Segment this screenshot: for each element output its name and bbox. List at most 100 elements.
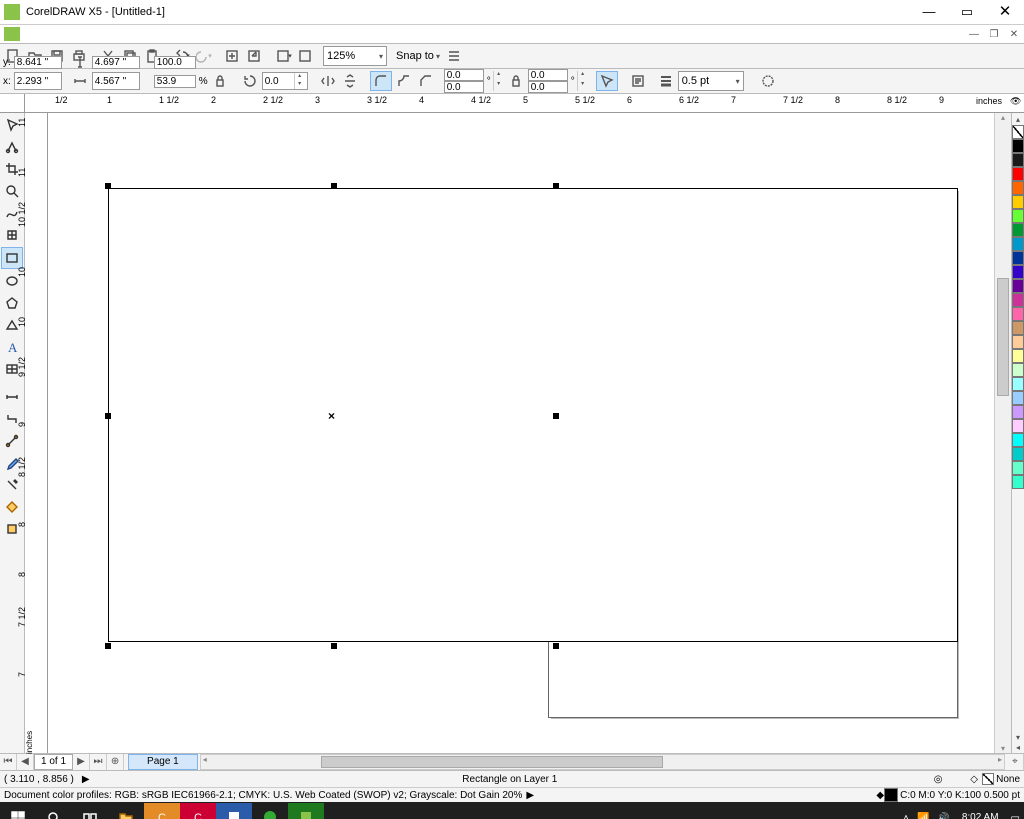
fill-none-swatch[interactable] (982, 773, 994, 785)
palette-swatch[interactable] (1012, 475, 1024, 489)
mirror-v-button[interactable] (340, 72, 360, 90)
snap-to-dropdown[interactable]: Snap to ▾ (393, 47, 443, 65)
rotation-field[interactable]: 0.0▴▾ (262, 72, 308, 90)
corner4-field[interactable]: 0.0 (528, 81, 568, 93)
palette-flyout-button[interactable]: ◂ (1016, 743, 1020, 753)
palette-swatch[interactable] (1012, 195, 1024, 209)
smart-fill-tool[interactable] (2, 225, 22, 245)
palette-swatch[interactable] (1012, 265, 1024, 279)
palette-swatch[interactable] (1012, 433, 1024, 447)
outline-color-swatch[interactable] (884, 788, 898, 802)
palette-down-button[interactable]: ▾ (1016, 733, 1020, 743)
corner-lock-button[interactable] (506, 72, 526, 90)
palette-swatch[interactable] (1012, 223, 1024, 237)
color-proof-icon[interactable]: ◎ (930, 774, 946, 785)
ruler-eye-icon[interactable]: 👁 (1010, 96, 1022, 108)
corner1-field[interactable]: 0.0 (444, 69, 484, 81)
fill-indicator-icon[interactable]: ◇ (966, 774, 982, 785)
page-prev-button[interactable]: ◀ (17, 754, 34, 770)
palette-swatch[interactable] (1012, 391, 1024, 405)
doc-close-button[interactable]: ✕ (1004, 29, 1024, 40)
handle-mr[interactable] (553, 413, 559, 419)
page-next-button[interactable]: ▶ (73, 754, 90, 770)
vertical-scrollbar[interactable]: ▴ ▾ (994, 113, 1011, 753)
minimize-button[interactable]: — (910, 0, 948, 24)
handle-br[interactable] (553, 643, 559, 649)
palette-swatch[interactable] (1012, 321, 1024, 335)
handle-bm[interactable] (331, 643, 337, 649)
page-tab-1[interactable]: Page 1 (128, 754, 198, 770)
outline-width-dropdown[interactable]: 0.5 pt▾ (678, 71, 744, 91)
task-view-button[interactable] (72, 804, 108, 819)
profiles-flyout-icon[interactable]: ▶ (526, 790, 534, 801)
to-front-button[interactable] (758, 72, 778, 90)
scale-x-field[interactable]: 53.9 (154, 75, 196, 88)
palette-swatch[interactable] (1012, 139, 1024, 153)
app-launcher-button[interactable]: ▾ (272, 46, 294, 66)
app1-taskbar-button[interactable]: C (144, 803, 180, 819)
y-position-field[interactable]: 8.641 " (14, 56, 62, 69)
cursor-toggle-icon[interactable]: ▶ (82, 774, 90, 785)
polygon-tool[interactable] (2, 293, 22, 313)
palette-swatch[interactable] (1012, 461, 1024, 475)
welcome-button[interactable] (294, 46, 316, 66)
doc-minimize-button[interactable]: — (964, 29, 984, 40)
export-button[interactable] (243, 46, 265, 66)
explorer-taskbar-button[interactable] (108, 803, 144, 819)
vscroll-thumb[interactable] (997, 278, 1009, 396)
scale-y-field[interactable]: 100.0 (154, 56, 196, 69)
palette-swatch[interactable] (1012, 307, 1024, 321)
drawing-canvas[interactable]: × (48, 113, 994, 753)
horizontal-ruler[interactable]: 1/211 1/222 1/233 1/244 1/255 1/266 1/27… (0, 94, 1024, 113)
hscroll-thumb[interactable] (321, 756, 663, 768)
page-add-button[interactable]: ⊕ (107, 754, 124, 770)
chamfer-corner-button[interactable] (416, 72, 436, 90)
mirror-h-button[interactable] (318, 72, 338, 90)
page-last-button[interactable]: ⏭ (90, 754, 107, 770)
start-button[interactable] (0, 804, 36, 819)
palette-swatch[interactable] (1012, 279, 1024, 293)
doc-restore-button[interactable]: ❐ (984, 29, 1004, 40)
app3-taskbar-button[interactable] (216, 803, 252, 819)
tray-network-icon[interactable]: 📶 (913, 813, 933, 819)
zoom-tool[interactable] (2, 181, 22, 201)
tray-volume-icon[interactable]: 🔊 (933, 813, 953, 819)
palette-swatch[interactable] (1012, 167, 1024, 181)
selected-rectangle[interactable] (108, 188, 958, 642)
palette-swatch[interactable] (1012, 405, 1024, 419)
handle-tr[interactable] (553, 183, 559, 189)
handle-bl[interactable] (105, 643, 111, 649)
text-wrap-button[interactable] (628, 72, 648, 90)
relative-corner-button[interactable] (596, 71, 618, 91)
tray-notifications-icon[interactable]: ▭ (1007, 813, 1024, 819)
options-button[interactable] (443, 46, 465, 66)
palette-swatch[interactable] (1012, 363, 1024, 377)
coreldraw-taskbar-button[interactable] (288, 803, 324, 819)
maximize-button[interactable]: ▭ (948, 0, 986, 24)
tray-chevron-icon[interactable]: ˄ (899, 813, 913, 819)
handle-tm[interactable] (331, 183, 337, 189)
close-button[interactable]: ✕ (986, 0, 1024, 24)
x-position-field[interactable]: 2.293 " (14, 72, 62, 90)
palette-swatch[interactable] (1012, 181, 1024, 195)
rectangle-tool[interactable] (1, 247, 23, 269)
palette-swatch[interactable] (1012, 237, 1024, 251)
palette-swatch[interactable] (1012, 419, 1024, 433)
vertical-ruler[interactable]: inches 111110 1/210109 1/298 1/2887 1/27 (25, 113, 48, 753)
text-tool[interactable]: A (2, 337, 22, 357)
width-field[interactable]: 4.567 " (92, 72, 140, 90)
lock-ratio-icon[interactable] (210, 72, 230, 90)
interactive-tool[interactable] (2, 431, 22, 451)
outline-indicator-icon[interactable]: ◆ (876, 790, 884, 801)
import-button[interactable] (221, 46, 243, 66)
shape-tool[interactable] (2, 137, 22, 157)
palette-swatch[interactable] (1012, 377, 1024, 391)
corner2-field[interactable]: 0.0 (444, 81, 484, 93)
outline-tool[interactable] (2, 475, 22, 495)
horizontal-scrollbar[interactable]: ◂ ▸ (200, 754, 1005, 770)
height-field[interactable]: 4.697 " (92, 56, 140, 69)
corner3-field[interactable]: 0.0 (528, 69, 568, 81)
page-first-button[interactable]: ⏮ (0, 754, 17, 770)
search-button[interactable] (36, 804, 72, 819)
fill-tool[interactable] (2, 497, 22, 517)
